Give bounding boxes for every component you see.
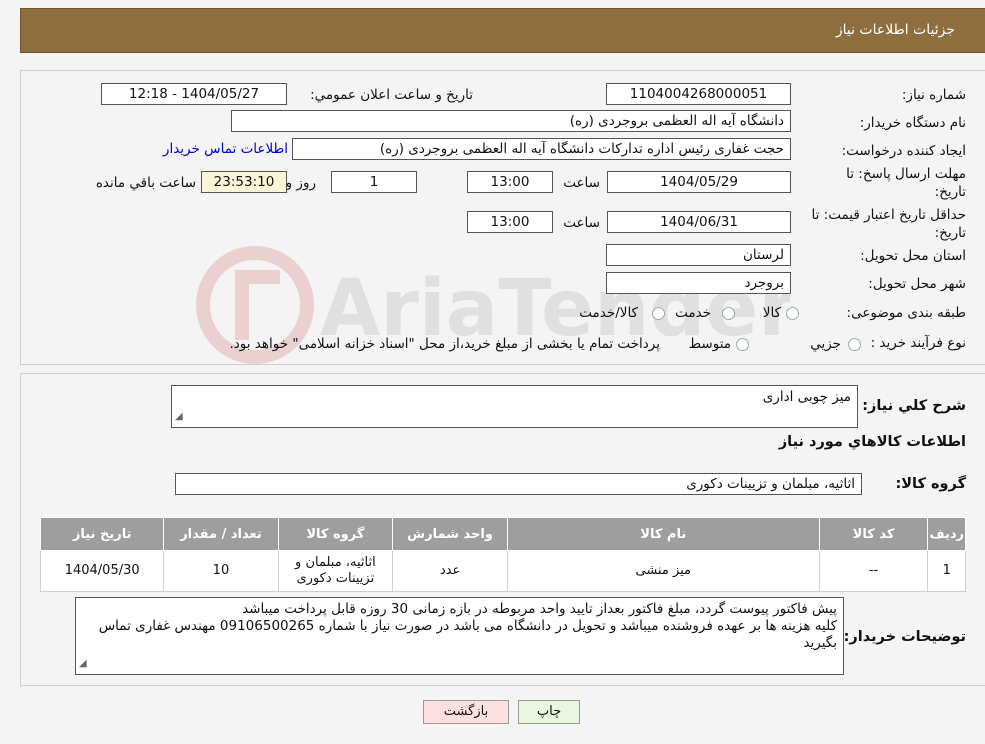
cell-unit: عدد [392,550,508,592]
price-date-field: 1404/06/31 [607,211,791,233]
price-time-field: 13:00 [467,211,553,233]
col-unit: واحد شمارش [392,517,508,551]
reply-time-label: ساعت [563,175,600,191]
reply-date-field: 1404/05/29 [607,171,791,193]
price-time-label: ساعت [563,215,600,231]
days-label: روز و [285,175,316,191]
cell-row-number: 1 [927,550,966,592]
buyer-contact-link[interactable]: اطلاعات تماس خریدار [163,141,288,157]
days-field: 1 [331,171,417,193]
buyer-org-label: نام دستگاه خریدار: [859,115,966,131]
table-header-row: ردیف کد کالا نام کالا واحد شمارش گروه کا… [39,517,966,551]
back-button[interactable]: بازگشت [423,700,509,724]
need-number-field: 1104004268000051 [606,83,791,105]
creator-label: ایجاد کننده درخواست: [841,143,966,159]
process-radio-medium[interactable] [736,338,749,351]
cell-need-date: 1404/05/30 [39,550,165,592]
reply-deadline-label: مهلت ارسال پاسخ: تا [846,166,966,182]
reply-time-field: 13:00 [467,171,553,193]
col-need-date: تاریخ نیاز [39,517,165,551]
buyer-notes-textarea[interactable]: پیش فاکتور پیوست گردد، مبلغ فاکتور بعداز… [75,597,844,675]
buyer-org-field: دانشگاه آیه اله العظمی بروجردی (ره) [231,110,791,132]
col-quantity: تعداد / مقدار [163,517,279,551]
reply-deadline-label-2: تاریخ: [934,184,966,200]
category-option-goods-service: کالا/خدمت [579,305,638,321]
price-validity-label: حداقل تاریخ اعتبار قیمت: تا [811,207,966,223]
announce-date-field: 1404/05/27 - 12:18 [101,83,287,105]
cell-goods-code: -- [818,550,929,592]
summary-textarea[interactable]: میز چوبی اداری ◢ [171,385,858,428]
col-row-number: ردیف [927,517,966,551]
summary-label: شرح کلي نیاز: [862,398,966,414]
city-label: شهر محل تحویل: [868,276,966,292]
creator-field: حجت غفاری رئیس اداره تدارکات دانشگاه آیه… [292,138,791,160]
buyer-notes-line-2: کلیه هزینه ها بر عهده فروشنده میباشد و ت… [98,618,837,651]
table-row: 1 -- میز منشی عدد اثاثیه، مبلمان و تزیین… [39,550,966,592]
category-option-goods: کالا [762,305,781,321]
category-radio-goods-service[interactable] [652,307,665,320]
need-number-label: شماره نیاز: [901,87,966,103]
remaining-label: ساعت باقي مانده [95,175,196,191]
category-option-service: خدمت [675,305,711,321]
process-note: پرداخت تمام یا بخشی از مبلغ خرید،از محل … [229,336,660,352]
col-goods-code: کد کالا [818,517,929,551]
goods-group-label: گروه کالا: [895,476,966,492]
announce-label: تاریخ و ساعت اعلان عمومي: [310,87,473,103]
page-header: جزئیات اطلاعات نیاز [20,8,985,53]
category-radio-goods[interactable] [786,307,799,320]
province-field: لرستان [606,244,791,266]
resize-handle-icon[interactable]: ◢ [79,655,87,672]
buyer-notes-line-1: پیش فاکتور پیوست گردد، مبلغ فاکتور بعداز… [242,601,837,617]
summary-text: میز چوبی اداری [762,389,851,405]
process-option-medium: متوسط [688,336,731,352]
print-button[interactable]: چاپ [518,700,580,724]
buyer-notes-label: توضیحات خریدار: [843,629,966,645]
cell-quantity: 10 [163,550,279,592]
col-goods-name: نام کالا [506,517,820,551]
remaining-time-field: 23:53:10 [201,171,287,193]
goods-table: ردیف کد کالا نام کالا واحد شمارش گروه کا… [39,517,966,592]
resize-handle-icon[interactable]: ◢ [175,408,183,425]
goods-group-field: اثاثیه، مبلمان و تزیینات دکوری [175,473,862,495]
city-field: بروجرد [606,272,791,294]
col-goods-group: گروه کالا [277,517,394,551]
process-label: نوع فرآیند خرید : [870,335,966,351]
cell-goods-name: میز منشی [506,550,820,592]
process-radio-minor[interactable] [848,338,861,351]
price-validity-label-2: تاریخ: [934,225,966,241]
page-title: جزئیات اطلاعات نیاز [835,22,955,38]
process-option-minor: جزیي [810,336,841,352]
category-radio-service[interactable] [722,307,735,320]
cell-goods-group: اثاثیه، مبلمان و تزیینات دکوری [277,550,394,592]
category-label: طبقه بندی موضوعی: [846,305,966,321]
goods-info-title: اطلاعات کالاهاي مورد نیاز [778,434,966,450]
province-label: استان محل تحویل: [860,248,966,264]
